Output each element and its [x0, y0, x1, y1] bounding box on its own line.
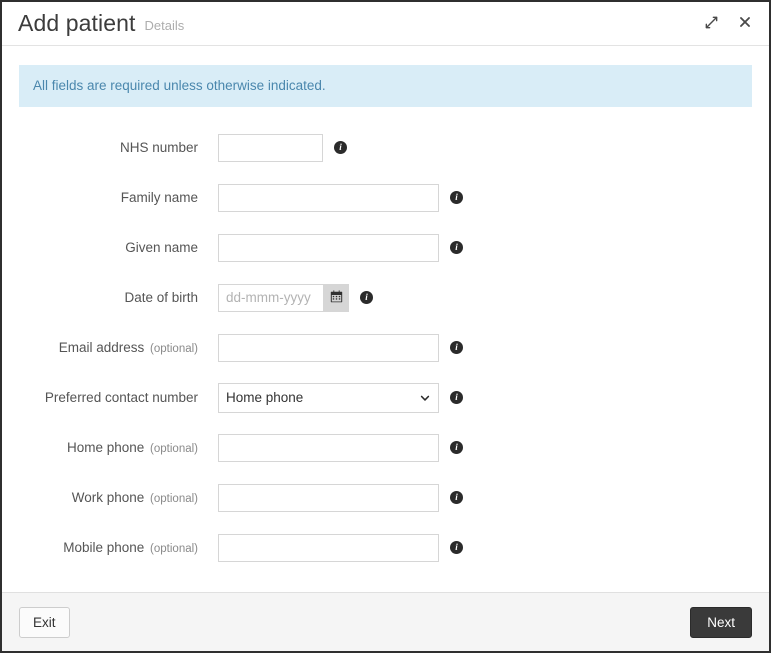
expand-icon [704, 15, 719, 33]
label-mobile-phone: Mobile phone (optional) [2, 540, 218, 555]
field-mobile-phone: i [218, 533, 463, 562]
exit-button[interactable]: Exit [19, 606, 70, 638]
label-date-of-birth: Date of birth [2, 290, 218, 305]
close-icon [738, 15, 752, 32]
label-family-name: Family name [2, 190, 218, 205]
preferred-contact-select-wrap: Home phoneWork phoneMobile phone [218, 382, 439, 413]
label-work-phone: Work phone (optional) [2, 490, 218, 505]
close-button[interactable] [731, 11, 759, 37]
nhs-number-input[interactable] [218, 133, 323, 162]
page-title: Add patient [18, 10, 136, 36]
info-icon[interactable]: i [450, 391, 463, 405]
info-icon[interactable]: i [450, 191, 463, 205]
label-text: Date of birth [124, 290, 198, 306]
label-preferred-contact-number: Preferred contact number [2, 390, 218, 405]
mobile-phone-input[interactable] [218, 533, 439, 562]
label-text: Given name [125, 240, 198, 256]
label-given-name: Given name [2, 240, 218, 255]
info-icon[interactable]: i [450, 341, 463, 355]
info-icon[interactable]: i [360, 291, 373, 305]
date-input-group [218, 283, 349, 312]
optional-tag: (optional) [150, 543, 198, 556]
form-row-family-name: Family name i [2, 173, 769, 223]
form-row-email-address: Email address (optional) i [2, 323, 769, 373]
email-address-input[interactable] [218, 333, 439, 362]
field-home-phone: i [218, 433, 463, 462]
label-text: Work phone [71, 490, 145, 506]
family-name-input[interactable] [218, 183, 439, 212]
label-text: NHS number [119, 140, 198, 156]
patient-details-form: NHS number i Family name i Given name i … [2, 123, 769, 573]
label-text: Email address [58, 340, 145, 356]
preferred-contact-number-select[interactable]: Home phoneWork phoneMobile phone [218, 382, 439, 413]
titlebar-actions [697, 11, 759, 37]
label-email-address: Email address (optional) [2, 340, 218, 355]
dialog-titlebar: Add patient Details [2, 2, 769, 46]
form-row-given-name: Given name i [2, 223, 769, 273]
page-subtitle: Details [144, 18, 185, 33]
info-icon[interactable]: i [450, 491, 463, 505]
info-icon[interactable]: i [334, 141, 347, 155]
dialog-footer: Exit Next [2, 592, 769, 651]
calendar-picker-button[interactable] [323, 283, 349, 312]
info-icon[interactable]: i [450, 441, 463, 455]
field-work-phone: i [218, 483, 463, 512]
label-home-phone: Home phone (optional) [2, 440, 218, 455]
form-row-home-phone: Home phone (optional) i [2, 423, 769, 473]
field-nhs-number: i [218, 133, 347, 162]
label-text: Family name [120, 190, 198, 206]
dialog-body: All fields are required unless otherwise… [2, 46, 769, 592]
next-button[interactable]: Next [690, 606, 752, 638]
optional-tag: (optional) [150, 343, 198, 356]
info-icon[interactable]: i [450, 541, 463, 555]
info-icon[interactable]: i [450, 241, 463, 255]
field-date-of-birth: i [218, 283, 373, 312]
optional-tag: (optional) [150, 443, 198, 456]
info-banner: All fields are required unless otherwise… [19, 65, 752, 107]
label-text: Preferred contact number [44, 390, 198, 406]
field-family-name: i [218, 183, 463, 212]
work-phone-input[interactable] [218, 483, 439, 512]
field-preferred-contact-number: Home phoneWork phoneMobile phone i [218, 382, 463, 413]
label-nhs-number: NHS number [2, 140, 218, 155]
form-row-date-of-birth: Date of birth dd-mmm-yyyy i [2, 273, 769, 323]
expand-button[interactable] [697, 11, 725, 37]
optional-tag: (optional) [150, 493, 198, 506]
form-row-mobile-phone: Mobile phone (optional) i [2, 523, 769, 573]
form-row-nhs-number: NHS number i [2, 123, 769, 173]
form-row-work-phone: Work phone (optional) i [2, 473, 769, 523]
field-email-address: i [218, 333, 463, 362]
home-phone-input[interactable] [218, 433, 439, 462]
field-given-name: i [218, 233, 463, 262]
date-of-birth-input[interactable] [218, 283, 323, 312]
label-text: Mobile phone [63, 540, 145, 556]
add-patient-dialog: Add patient Details All fields are requi… [0, 0, 771, 653]
calendar-icon [330, 290, 343, 306]
form-row-preferred-contact-number: Preferred contact number Home phoneWork … [2, 373, 769, 423]
label-text: Home phone [66, 440, 145, 456]
given-name-input[interactable] [218, 233, 439, 262]
